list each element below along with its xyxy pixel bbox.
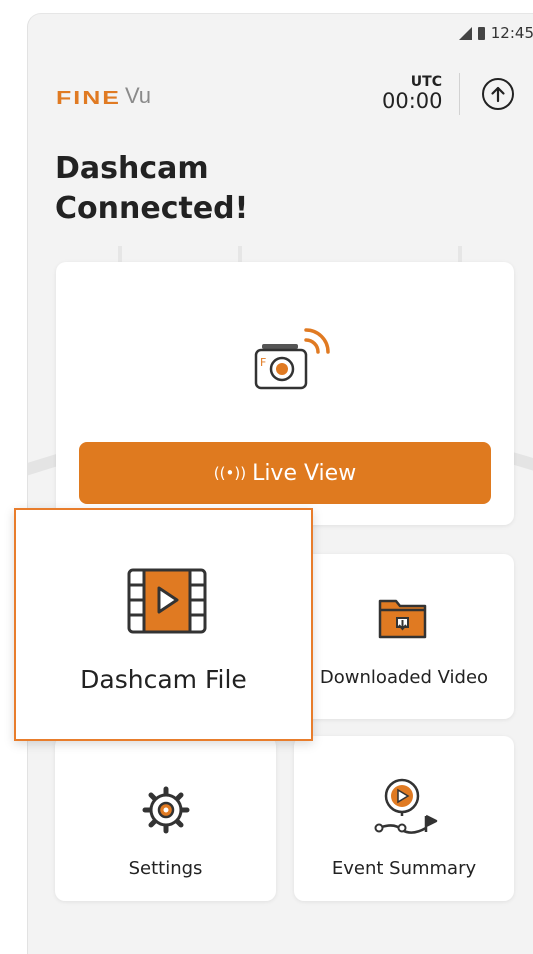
- status-time: 12:45: [490, 24, 533, 42]
- settings-label: Settings: [128, 858, 203, 879]
- battery-icon: [477, 26, 485, 40]
- film-play-icon: [127, 568, 207, 634]
- event-summary-tile[interactable]: Event Summary: [294, 736, 514, 901]
- logo-fine: FINE: [56, 87, 121, 109]
- header-divider: [459, 73, 460, 115]
- upload-icon: [491, 86, 505, 103]
- utc-time: 00:00: [382, 89, 443, 113]
- downloaded-video-label: Downloaded Video: [319, 667, 489, 688]
- logo-vu: Vu: [124, 83, 152, 108]
- dashcam-file-tile[interactable]: Dashcam File: [14, 508, 313, 741]
- route-play-icon: [374, 778, 438, 834]
- page-title: Dashcam Connected!: [55, 149, 355, 229]
- live-view-card: F ((•)) Live View: [56, 262, 514, 525]
- svg-text:F: F: [260, 356, 266, 369]
- settings-tile[interactable]: Settings: [55, 736, 276, 901]
- downloaded-video-tile[interactable]: Downloaded Video: [294, 554, 514, 719]
- live-signal-icon: ((•)): [213, 464, 247, 482]
- dashcam-file-label: Dashcam File: [80, 665, 247, 694]
- signal-icon: [458, 26, 472, 40]
- utc-label: UTC: [410, 74, 442, 90]
- live-view-button[interactable]: ((•)) Live View: [79, 442, 491, 504]
- folder-download-icon: [378, 599, 427, 639]
- upload-button[interactable]: [482, 78, 514, 110]
- utc-clock: UTC 00:00: [382, 74, 443, 113]
- event-summary-label: Event Summary: [331, 858, 477, 879]
- camera-wifi-icon: F: [254, 328, 330, 390]
- finevu-logo: FINE Vu: [56, 80, 151, 109]
- status-bar: 12:45: [458, 22, 533, 44]
- live-view-label: Live View: [252, 460, 357, 486]
- title-line-1: Dashcam: [55, 151, 209, 186]
- app-screen: 12:45 FINE Vu UTC 00:00 Dashcam Connecte…: [27, 13, 533, 954]
- title-line-2: Connected!: [55, 191, 249, 226]
- gear-icon: [142, 786, 190, 834]
